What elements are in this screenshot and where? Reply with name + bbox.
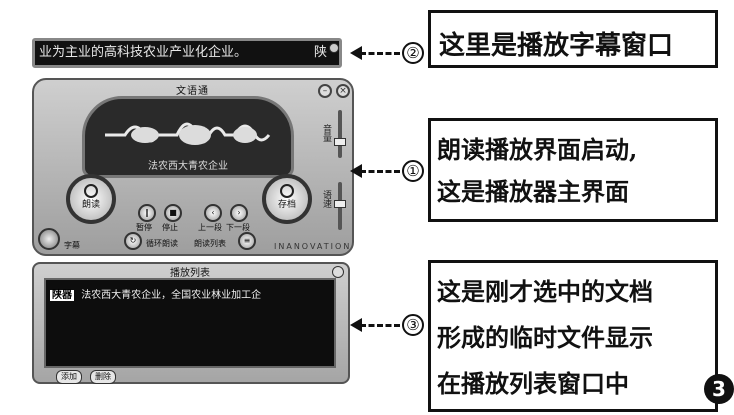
- arrow-2-line: [360, 52, 400, 55]
- pause-label: 暂停: [136, 223, 152, 232]
- callout-2: 这里是播放字幕窗口: [428, 10, 718, 68]
- save-button-label: 存档: [277, 200, 296, 210]
- prev-label: 上一段: [198, 223, 222, 232]
- subtitle-toggle-knob[interactable]: [38, 228, 60, 250]
- speed-slider-thumb[interactable]: [334, 200, 346, 208]
- volume-slider-thumb[interactable]: [334, 138, 346, 146]
- volume-label: 音量: [321, 124, 331, 142]
- playlist-toggle-label[interactable]: 朗读列表: [194, 238, 226, 249]
- list-item-tag: 陕器: [50, 290, 74, 301]
- callout-1-line-2: 这是播放器主界面: [437, 177, 629, 206]
- figure-number-badge: 3: [704, 374, 734, 404]
- playlist-close-icon[interactable]: [332, 266, 344, 278]
- playlist-window: 播放列表 陕器 法农西大青农企业，全国农业林业加工企 添加 删除: [32, 262, 350, 384]
- arrow-3-line: [360, 324, 400, 327]
- brand-label: INANOVATION: [274, 242, 352, 251]
- callout-3-line-1: 这是刚才选中的文档: [437, 277, 653, 306]
- playlist-list[interactable]: 陕器 法农西大青农企业，全国农业林业加工企: [44, 278, 336, 368]
- minimize-button[interactable]: –: [318, 84, 332, 98]
- loop-label: 循环朗读: [146, 239, 178, 248]
- player-title: 文语通: [176, 86, 209, 97]
- subtitle-close-icon[interactable]: [329, 43, 339, 53]
- callout-number-1: ①: [402, 160, 424, 182]
- callout-1: 朗读播放界面启动, 这是播放器主界面: [428, 118, 718, 222]
- callout-3-line-3: 在播放列表窗口中: [437, 369, 629, 398]
- callout-3-line-2: 形成的临时文件显示: [437, 323, 653, 352]
- stop-button[interactable]: ■: [164, 204, 182, 222]
- prev-button[interactable]: ‹: [204, 204, 222, 222]
- subtitle-window: 业为主业的高科技农业产业化企业。 陕: [32, 38, 342, 68]
- save-icon: [280, 184, 294, 198]
- stop-label: 停止: [162, 223, 178, 232]
- playlist-toggle-button[interactable]: ≡: [238, 232, 256, 250]
- read-button-label: 朗读: [81, 200, 100, 210]
- player-main-window: 文语通 – × 法农西大青农企业 音量 语速 朗读 存档 ‖ 暂停 ■ 停止 ‹…: [32, 78, 354, 256]
- screen-caption: 法农西大青农企业: [148, 161, 228, 172]
- list-item-text: 法农西大青农企业，全国农业林业加工企: [81, 290, 262, 301]
- play-icon: [84, 184, 98, 198]
- arrow-1-line: [360, 170, 400, 173]
- read-button[interactable]: 朗读: [66, 174, 116, 224]
- playlist-add-button[interactable]: 添加: [56, 370, 82, 384]
- playlist-title: 播放列表: [170, 268, 210, 279]
- close-button[interactable]: ×: [336, 84, 350, 98]
- volume-slider[interactable]: [334, 110, 346, 158]
- callout-number-2: ②: [402, 42, 424, 64]
- callout-1-line-1: 朗读播放界面启动,: [437, 135, 638, 164]
- playlist-delete-button[interactable]: 删除: [90, 370, 116, 384]
- subtitle-text: 业为主业的高科技农业产业化企业。: [39, 45, 248, 60]
- waveform-display: 法农西大青农企业: [82, 96, 294, 178]
- next-button[interactable]: ›: [230, 204, 248, 222]
- subtitle-toggle-label: 字幕: [64, 241, 80, 250]
- save-button[interactable]: 存档: [262, 174, 312, 224]
- callout-number-3: ③: [402, 314, 424, 336]
- pause-button[interactable]: ‖: [138, 204, 156, 222]
- subtitle-text-tail: 陕: [313, 45, 327, 60]
- list-item[interactable]: 陕器 法农西大青农企业，全国农业林业加工企: [50, 286, 261, 301]
- speed-slider[interactable]: [334, 182, 346, 230]
- loop-button[interactable]: ↻: [124, 232, 142, 250]
- callout-2-line-1: 这里是播放字幕窗口: [439, 31, 674, 61]
- speed-label: 语速: [321, 190, 331, 208]
- callout-3: 这是刚才选中的文档 形成的临时文件显示 在播放列表窗口中: [428, 260, 718, 412]
